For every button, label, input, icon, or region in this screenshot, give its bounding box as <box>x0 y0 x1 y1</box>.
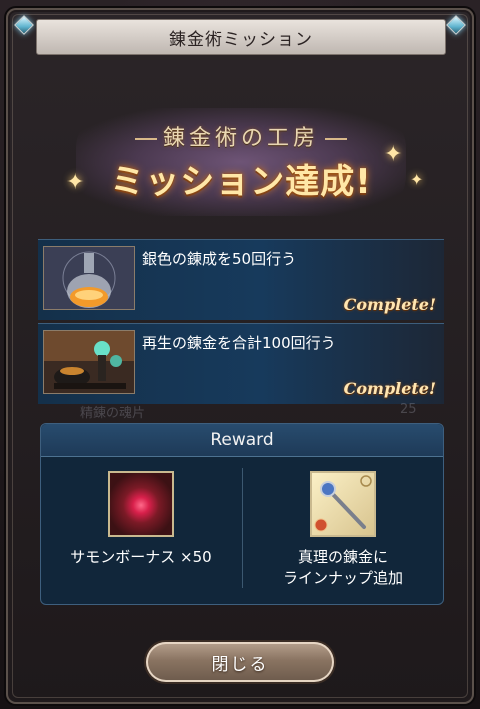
dialog-title: 錬金術ミッション <box>169 29 313 50</box>
reward-item-label-line1: 真理の錬金に <box>297 548 388 566</box>
reward-item-label-line2: ラインナップ追加 <box>282 569 403 587</box>
reward-item-label: サモンボーナス ×50 <box>70 548 212 566</box>
close-button[interactable]: 閉じる <box>146 642 334 682</box>
banner-headline: ミッション達成! <box>110 162 372 202</box>
complete-badge: Complete! <box>343 379 436 398</box>
sparkle-icon: ✦ <box>66 170 85 195</box>
mission-row: 再生の錬金を合計100回行う Complete! <box>38 323 444 404</box>
sparkle-icon: ✦ <box>410 170 424 189</box>
potion-flask-icon <box>43 246 135 310</box>
dialog-title-bar: 錬金術ミッション <box>36 19 446 55</box>
complete-badge: Complete! <box>343 295 436 314</box>
reward-item-summon-bonus: サモンボーナス ×50 <box>41 471 241 568</box>
corner-gem-icon <box>14 15 34 35</box>
sparkle-icon: ✦ <box>384 142 403 167</box>
achievement-banner: 錬金術の工房 ミッション達成! <box>76 108 406 216</box>
reward-item-lineup-addition: 真理の錬金に ラインナップ追加 <box>243 471 443 589</box>
mission-text: 銀色の錬成を50回行う <box>142 250 297 268</box>
reward-panel: Reward サモンボーナス ×50 真理の錬金に ラインナップ追加 <box>40 423 444 605</box>
staff-weapon-icon <box>310 471 376 537</box>
red-orb-icon <box>108 471 174 537</box>
banner-subtitle: 錬金術の工房 <box>76 120 406 152</box>
mission-text: 再生の錬金を合計100回行う <box>142 334 336 352</box>
background-ghost-text: 精錬の魂片 <box>80 406 146 421</box>
banner-subtitle-text: 錬金術の工房 <box>162 126 319 151</box>
alchemy-apparatus-icon <box>43 330 135 394</box>
mission-row: 銀色の錬成を50回行う Complete! <box>38 239 444 320</box>
close-button-label: 閉じる <box>211 654 269 675</box>
background-ghost-value: 25 <box>400 402 417 417</box>
reward-header: Reward <box>41 424 443 457</box>
reward-header-text: Reward <box>210 430 274 450</box>
corner-gem-icon <box>446 15 466 35</box>
